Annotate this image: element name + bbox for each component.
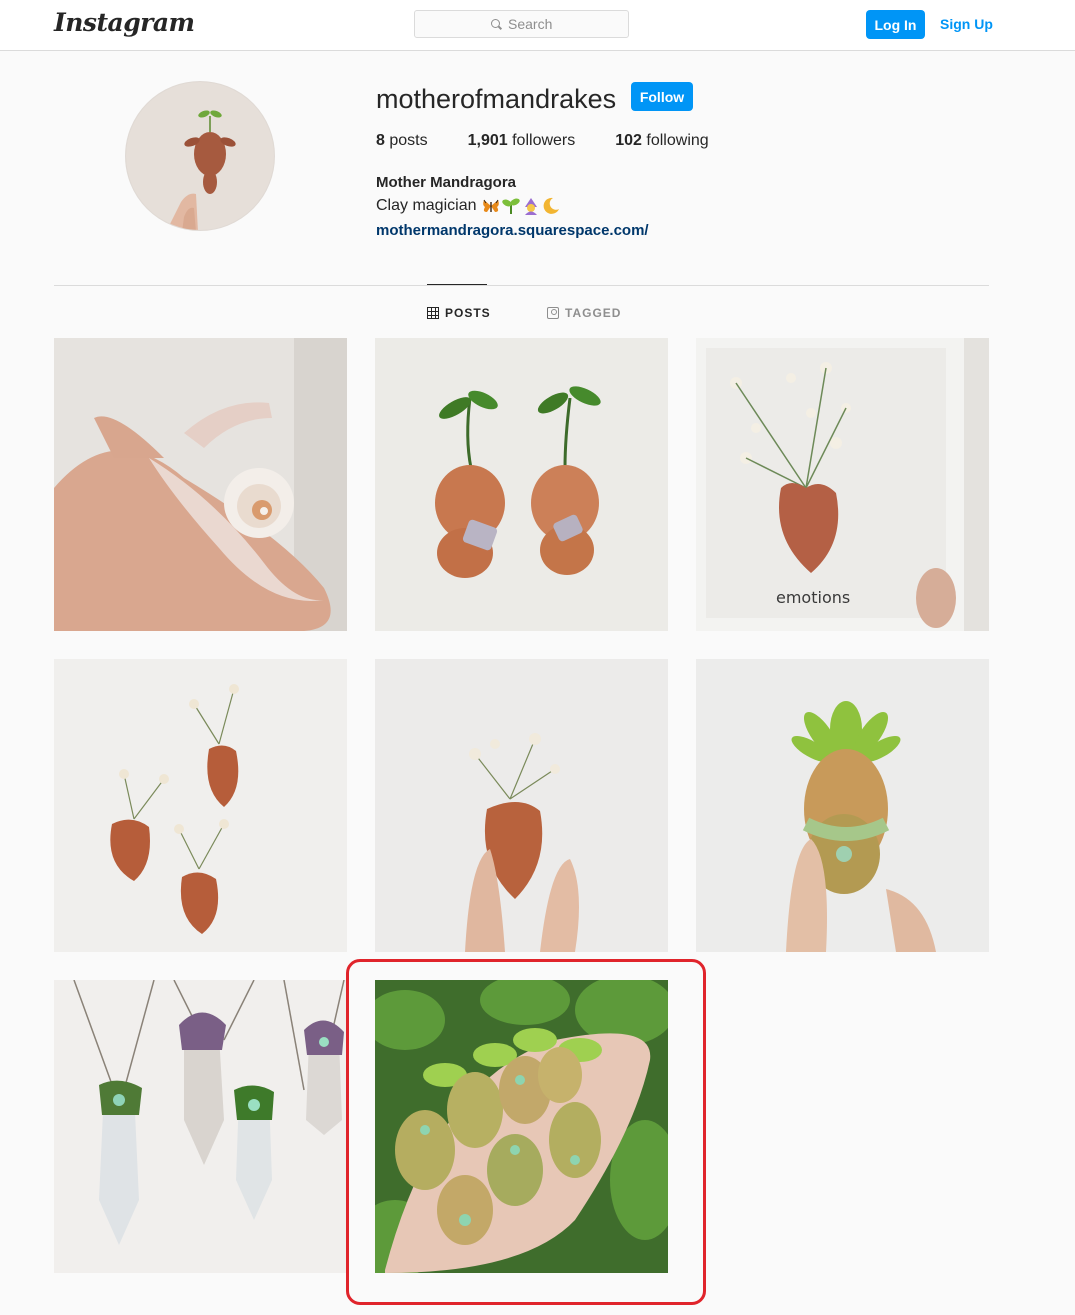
profile-username: motherofmandrakes (376, 84, 617, 114)
following-label: following (646, 132, 709, 149)
post-thumbnail-6[interactable] (696, 659, 989, 952)
following-stat[interactable]: 102 following (615, 132, 708, 150)
butterfly-icon (482, 197, 500, 215)
profile-full-name: Mother Mandragora (376, 174, 517, 191)
profile-website-link[interactable]: mothermandragora.squarespace.com/ (376, 222, 649, 239)
search-input[interactable] (508, 16, 552, 32)
profile-stats: 8 posts 1,901 followers 102 following (376, 132, 749, 150)
post-thumbnail-1[interactable] (54, 338, 347, 631)
tab-posts-label: POSTS (445, 306, 491, 320)
search-icon (491, 18, 502, 30)
posts-label: posts (389, 132, 428, 149)
instagram-logo[interactable]: Instagram (54, 8, 195, 37)
followers-stat[interactable]: 1,901 followers (468, 132, 576, 150)
bio-emojis (482, 197, 560, 215)
post-thumbnail-7[interactable] (54, 980, 347, 1273)
post-thumbnail-2[interactable] (375, 338, 668, 631)
post-thumbnail-4[interactable] (54, 659, 347, 952)
top-nav: Instagram Log In Sign Up (0, 0, 1075, 51)
post-thumbnail-3[interactable]: emotions (696, 338, 989, 631)
tab-tagged-label: TAGGED (565, 306, 622, 320)
signup-link[interactable]: Sign Up (940, 16, 993, 32)
follow-button[interactable]: Follow (631, 82, 693, 111)
active-tab-indicator (427, 284, 487, 285)
profile-bio: Clay magician (376, 197, 560, 215)
bio-text: Clay magician (376, 197, 477, 214)
posts-count: 8 (376, 132, 385, 149)
svg-text:emotions: emotions (776, 588, 850, 607)
followers-label: followers (512, 132, 576, 149)
tab-posts[interactable]: POSTS (427, 306, 491, 320)
posts-stat: 8 posts (376, 132, 428, 150)
tabs-divider (54, 285, 989, 286)
profile-avatar (125, 81, 275, 231)
crescent-moon-icon (542, 197, 560, 215)
search-box[interactable] (414, 10, 629, 38)
tab-tagged[interactable]: TAGGED (547, 306, 621, 320)
post-thumbnail-5[interactable] (375, 659, 668, 952)
login-button[interactable]: Log In (866, 10, 925, 39)
grid-icon (427, 307, 439, 319)
seedling-icon (502, 197, 521, 215)
tag-icon (547, 307, 559, 319)
followers-count: 1,901 (467, 132, 508, 149)
highlight-box (346, 959, 706, 1305)
mage-icon (522, 197, 540, 215)
following-count: 102 (615, 132, 642, 149)
